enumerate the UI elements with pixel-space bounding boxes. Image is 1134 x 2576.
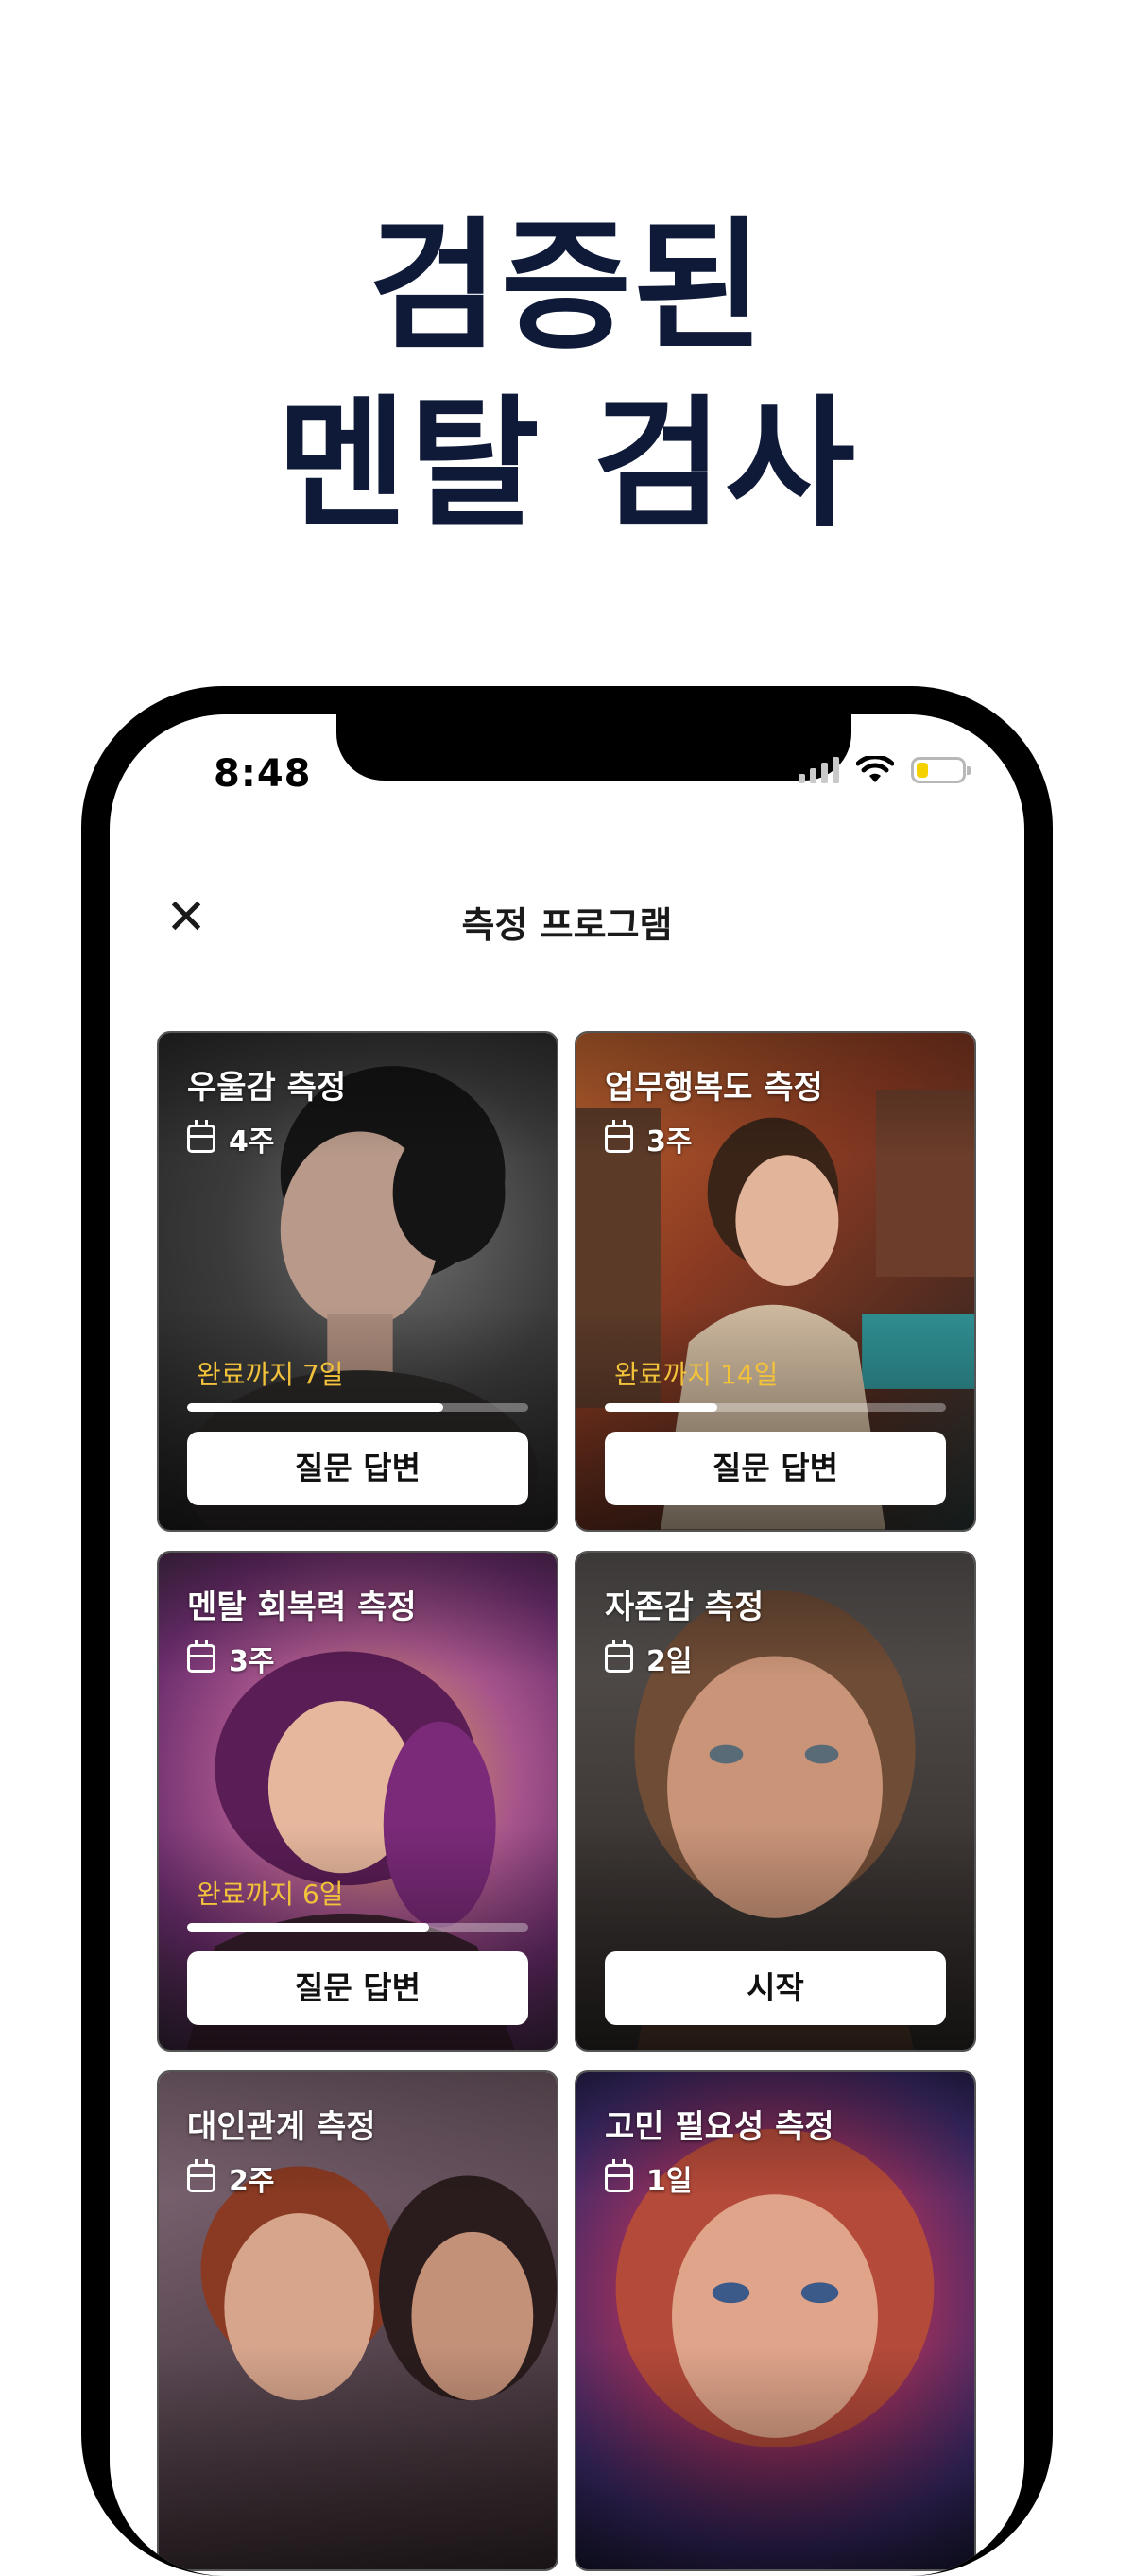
program-grid: 우울감 측정 4주 완료까지 7일 질문 답변 업무행복도 측정 3주 완료까지… [157,1031,976,2571]
progress-fill [605,1403,718,1412]
progress-bar [187,1923,528,1932]
duration-label: 2일 [646,1645,693,1678]
phone-screen: 8:48 ✕ 측정 프로그램 우울감 측정 4주 완료까지 7일 질문 답변 업… [110,714,1024,2576]
answer-button[interactable]: 질문 답변 [187,1432,528,1505]
duration-label: 2주 [229,2165,275,2198]
calendar-icon [187,1120,215,1153]
calendar-icon [187,1640,215,1673]
status-time: 8:48 [214,752,312,796]
phone-frame: 8:48 ✕ 측정 프로그램 우울감 측정 4주 완료까지 7일 질문 답변 업… [81,686,1053,2576]
cellular-signal-icon [799,757,839,783]
battery-level [917,763,928,778]
card-title: 대인관계 측정 [187,2108,376,2146]
nav-bar: ✕ 측정 프로그램 [110,884,1024,951]
card-title: 자존감 측정 [605,1589,765,1626]
card-duration: 1일 [605,2157,692,2199]
duration-label: 4주 [229,1125,275,1159]
card-title: 업무행복도 측정 [605,1069,823,1107]
calendar-icon [605,2159,633,2192]
calendar-icon [605,1640,633,1673]
calendar-icon [187,2159,215,2192]
answer-button[interactable]: 질문 답변 [605,1432,946,1505]
calendar-icon [605,1120,633,1153]
start-button[interactable]: 시작 [605,1951,946,2025]
phone-notch [336,714,851,781]
program-card[interactable]: 우울감 측정 4주 완료까지 7일 질문 답변 [157,1031,558,1532]
remaining-label: 완료까지 14일 [614,1359,779,1390]
program-card[interactable]: 자존감 측정 2일 시작 [575,1551,976,2052]
page-title: 측정 프로그램 [461,904,673,946]
wifi-icon [856,756,894,782]
card-duration: 2일 [605,1638,692,1679]
progress-bar [605,1403,946,1412]
card-duration: 2주 [187,2157,274,2199]
duration-label: 3주 [646,1125,693,1159]
progress-bar [187,1403,528,1412]
remaining-label: 완료까지 7일 [197,1359,344,1390]
program-card[interactable]: 대인관계 측정 2주 [157,2070,558,2571]
progress-fill [187,1923,430,1932]
remaining-label: 완료까지 6일 [197,1879,344,1910]
headline: 검증된 멘탈 검사 [0,198,1134,554]
headline-line-2: 멘탈 검사 [276,383,858,547]
card-duration: 3주 [605,1118,692,1159]
card-title: 멘탈 회복력 측정 [187,1589,417,1626]
card-duration: 3주 [187,1638,274,1679]
card-title: 우울감 측정 [187,1069,347,1107]
program-card[interactable]: 고민 필요성 측정 1일 [575,2070,976,2571]
program-card[interactable]: 멘탈 회복력 측정 3주 완료까지 6일 질문 답변 [157,1551,558,2052]
battery-icon [911,757,971,783]
status-icons [799,756,971,784]
duration-label: 3주 [229,1645,275,1678]
card-title: 고민 필요성 측정 [605,2108,834,2146]
duration-label: 1일 [646,2165,693,2198]
progress-fill [187,1403,443,1412]
headline-line-1: 검증된 [368,205,765,369]
program-card[interactable]: 업무행복도 측정 3주 완료까지 14일 질문 답변 [575,1031,976,1532]
answer-button[interactable]: 질문 답변 [187,1951,528,2025]
card-duration: 4주 [187,1118,274,1159]
